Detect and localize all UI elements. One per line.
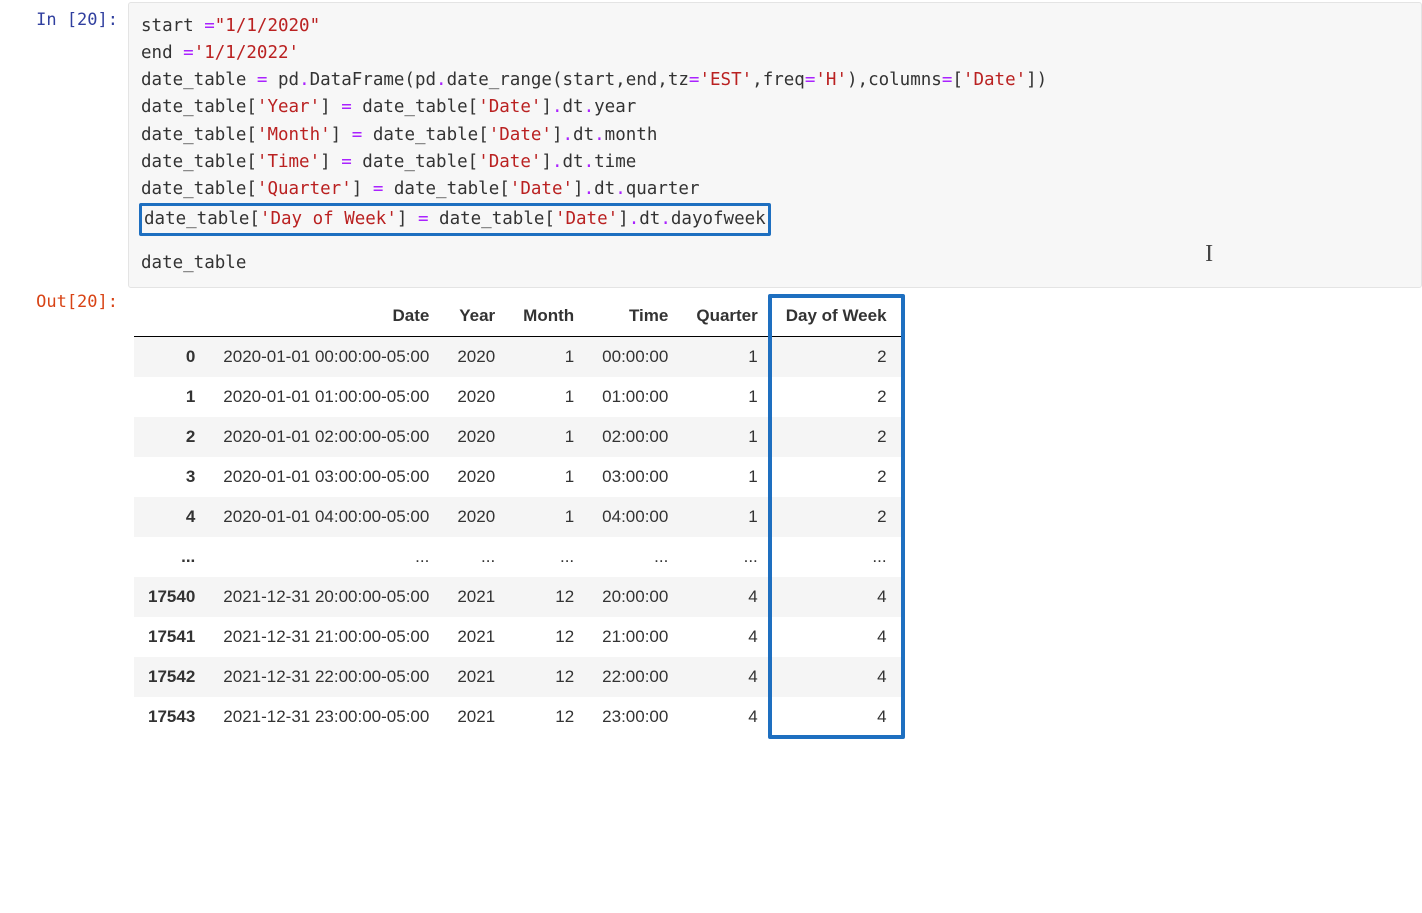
row-index: 1 [134,377,209,417]
cell-year: 2020 [443,457,509,497]
cell-quarter: 1 [682,457,771,497]
cell-date: 2020-01-01 03:00:00-05:00 [209,457,443,497]
cell-date: 2020-01-01 04:00:00-05:00 [209,497,443,537]
table-row: 175412021-12-31 21:00:00-05:0020211221:0… [134,617,901,657]
cell-month: ... [509,537,588,577]
cell-quarter: 4 [682,577,771,617]
cell-day-of-week: 2 [772,417,901,457]
highlighted-line: date_table['Day of Week'] = date_table['… [139,203,771,236]
row-index: 3 [134,457,209,497]
cell-day-of-week: 4 [772,617,901,657]
cell-month: 1 [509,497,588,537]
cell-month: 1 [509,417,588,457]
cell-day-of-week: 2 [772,497,901,537]
cell-year: 2021 [443,617,509,657]
in-prompt: In [20]: [0,2,128,30]
cell-date: 2020-01-01 00:00:00-05:00 [209,337,443,378]
row-index: 17541 [134,617,209,657]
cell-month: 1 [509,337,588,378]
cell-day-of-week: 4 [772,577,901,617]
cell-year: 2021 [443,697,509,737]
out-prompt: Out[20]: [0,292,128,312]
cell-year: ... [443,537,509,577]
cell-month: 1 [509,457,588,497]
row-index: 0 [134,337,209,378]
cell-month: 12 [509,617,588,657]
col-index [134,296,209,337]
col-time: Time [588,296,682,337]
cell-year: 2021 [443,577,509,617]
cell-year: 2020 [443,377,509,417]
col-month: Month [509,296,588,337]
col-day-of-week: Day of Week [772,296,901,337]
table-row: 22020-01-01 02:00:00-05:002020102:00:001… [134,417,901,457]
cell-date: ... [209,537,443,577]
table-header-row: DateYearMonthTimeQuarterDay of Week [134,296,901,337]
cell-day-of-week: 2 [772,457,901,497]
cell-year: 2020 [443,417,509,457]
cell-day-of-week: 2 [772,377,901,417]
cell-date: 2020-01-01 01:00:00-05:00 [209,377,443,417]
cell-time: 03:00:00 [588,457,682,497]
cell-date: 2020-01-01 02:00:00-05:00 [209,417,443,457]
cell-quarter: ... [682,537,771,577]
table-row: 32020-01-01 03:00:00-05:002020103:00:001… [134,457,901,497]
cell-month: 12 [509,577,588,617]
cell-quarter: 4 [682,657,771,697]
cell-month: 12 [509,697,588,737]
code-editor[interactable]: start ="1/1/2020" end ='1/1/2022' date_t… [128,2,1422,288]
row-index: 17542 [134,657,209,697]
cell-date: 2021-12-31 23:00:00-05:00 [209,697,443,737]
cell-month: 12 [509,657,588,697]
cell-time: 00:00:00 [588,337,682,378]
table-row: 02020-01-01 00:00:00-05:002020100:00:001… [134,337,901,378]
cell-date: 2021-12-31 20:00:00-05:00 [209,577,443,617]
cell-time: 21:00:00 [588,617,682,657]
cell-date: 2021-12-31 21:00:00-05:00 [209,617,443,657]
table-row: 175432021-12-31 23:00:00-05:0020211223:0… [134,697,901,737]
dataframe-table: DateYearMonthTimeQuarterDay of Week 0202… [134,296,901,737]
row-index: 17543 [134,697,209,737]
cell-time: 20:00:00 [588,577,682,617]
cell-year: 2020 [443,337,509,378]
col-date: Date [209,296,443,337]
row-index: 17540 [134,577,209,617]
output-area: DateYearMonthTimeQuarterDay of Week 0202… [128,292,1422,742]
output-cell: Out[20]: DateYearMonthTimeQuarterDay of … [0,290,1422,744]
cell-time: 04:00:00 [588,497,682,537]
row-index: ... [134,537,209,577]
cell-month: 1 [509,377,588,417]
text-cursor-icon: I [1205,236,1211,273]
col-quarter: Quarter [682,296,771,337]
cell-quarter: 1 [682,337,771,378]
input-cell: In [20]: start ="1/1/2020" end ='1/1/202… [0,0,1422,290]
cell-time: ... [588,537,682,577]
table-row: ..................... [134,537,901,577]
table-row: 42020-01-01 04:00:00-05:002020104:00:001… [134,497,901,537]
cell-day-of-week: 4 [772,697,901,737]
cell-time: 23:00:00 [588,697,682,737]
cell-quarter: 1 [682,377,771,417]
cell-time: 01:00:00 [588,377,682,417]
table-row: 12020-01-01 01:00:00-05:002020101:00:001… [134,377,901,417]
cell-date: 2021-12-31 22:00:00-05:00 [209,657,443,697]
cell-quarter: 1 [682,417,771,457]
cell-day-of-week: 2 [772,337,901,378]
cell-quarter: 1 [682,497,771,537]
table-row: 175402021-12-31 20:00:00-05:0020211220:0… [134,577,901,617]
row-index: 2 [134,417,209,457]
cell-time: 02:00:00 [588,417,682,457]
cell-time: 22:00:00 [588,657,682,697]
cell-day-of-week: 4 [772,657,901,697]
cell-quarter: 4 [682,617,771,657]
code-text[interactable]: start ="1/1/2020" end ='1/1/2022' date_t… [141,13,1409,277]
cell-year: 2021 [443,657,509,697]
cell-day-of-week: ... [772,537,901,577]
table-row: 175422021-12-31 22:00:00-05:0020211222:0… [134,657,901,697]
col-year: Year [443,296,509,337]
cell-quarter: 4 [682,697,771,737]
row-index: 4 [134,497,209,537]
cell-year: 2020 [443,497,509,537]
